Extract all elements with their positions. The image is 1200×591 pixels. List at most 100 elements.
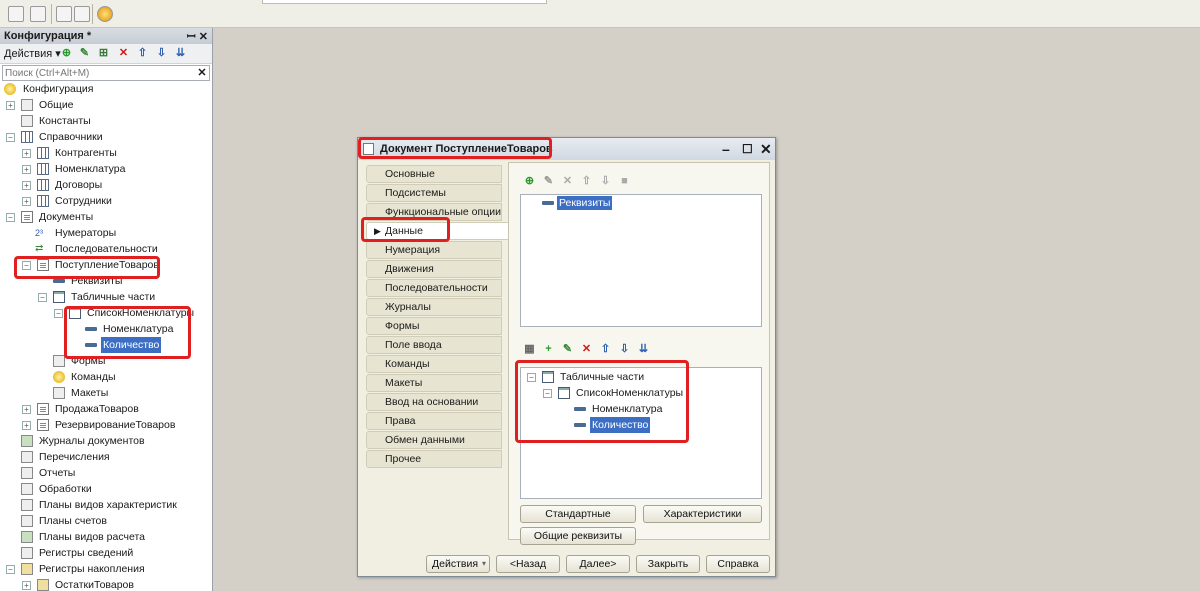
actions-menu[interactable]: Действия ▾ <box>4 48 61 60</box>
expand-icon[interactable]: + <box>22 181 31 190</box>
tree-item-label: Табличные части <box>71 291 156 303</box>
expand-icon[interactable]: + <box>6 101 15 110</box>
tree-item-label: Перечисления <box>39 451 110 463</box>
expand-icon[interactable]: + <box>22 405 31 414</box>
collapse-icon[interactable]: − <box>6 133 15 142</box>
nav-item-other[interactable]: Прочее <box>366 450 502 468</box>
standard-attributes-button[interactable]: Стандартные реквизиты <box>520 505 636 536</box>
calc-types-icon <box>21 531 33 543</box>
delete-icon[interactable]: ✕ <box>580 343 593 356</box>
collapse-icon[interactable]: − <box>6 213 15 222</box>
delete-icon[interactable]: ✕ <box>561 175 574 188</box>
move-up-icon[interactable]: ⇧ <box>599 343 612 356</box>
tree-item-label: Отчеты <box>39 467 76 479</box>
table-icon <box>53 291 65 303</box>
add-child-icon[interactable]: ⊞ <box>97 47 110 60</box>
nav-item-commands[interactable]: Команды <box>366 355 502 373</box>
tree-item-label: Конфигурация <box>23 83 94 95</box>
expand-icon[interactable]: + <box>22 581 31 590</box>
sort-icon[interactable]: ⇊ <box>637 343 650 356</box>
add-icon[interactable]: ⊕ <box>523 175 536 188</box>
toolbar-separator <box>92 4 93 24</box>
tree-item-label: Номенклатура <box>55 163 126 175</box>
nav-item-input-based-on[interactable]: Ввод на основании <box>366 393 502 411</box>
clear-search-icon[interactable]: ✕ <box>196 66 208 80</box>
common-icon <box>21 99 33 111</box>
close-icon[interactable]: ✕ <box>760 141 772 158</box>
minimize-icon[interactable]: – <box>722 141 730 157</box>
add-icon[interactable]: ⊕ <box>60 47 73 60</box>
data-content-pane: ⊕ ✎ ✕ ⇧ ⇩ ■ Реквизиты ▦ + ✎ ✕ ⇧ ⇩ ⇊ − Та… <box>508 162 770 545</box>
tree-item-label: Справочники <box>39 131 103 143</box>
toolbar-button-3[interactable] <box>56 6 72 22</box>
collapse-icon[interactable]: − <box>6 565 15 574</box>
toolbar-button-2[interactable] <box>30 6 46 22</box>
nav-item-subsystems[interactable]: Подсистемы <box>366 184 502 202</box>
move-down-icon[interactable]: ⇩ <box>599 175 612 188</box>
move-up-icon[interactable]: ⇧ <box>580 175 593 188</box>
maximize-icon[interactable]: ☐ <box>742 142 753 156</box>
back-button[interactable]: <Назад <box>496 555 560 573</box>
toolbar-button-4[interactable] <box>74 6 90 22</box>
expand-icon[interactable]: + <box>22 149 31 158</box>
nav-item-data-exchange[interactable]: Обмен данными <box>366 431 502 449</box>
toolbar-field[interactable] <box>262 0 547 4</box>
run-icon[interactable] <box>97 6 113 22</box>
attributes-list[interactable]: Реквизиты <box>520 194 762 327</box>
journal-icon <box>21 435 33 447</box>
sort-icon[interactable]: ⇊ <box>174 47 187 60</box>
actions-button-label: Действия <box>432 558 479 570</box>
catalog-icon <box>21 131 33 143</box>
next-button[interactable]: Далее> <box>566 555 630 573</box>
edit-icon[interactable]: ✎ <box>561 343 574 356</box>
highlight-box <box>64 306 191 359</box>
move-down-icon[interactable]: ⇩ <box>618 343 631 356</box>
panel-window-controls[interactable]: ꟷ ✕ <box>187 29 208 44</box>
nav-item-movements[interactable]: Движения <box>366 260 502 278</box>
help-button[interactable]: Справка <box>706 555 770 573</box>
actions-button[interactable]: Действия ▾ <box>426 555 490 573</box>
sequence-icon: ⇄ <box>35 243 44 254</box>
search-box: ✕ <box>2 65 210 81</box>
common-attributes-button[interactable]: Общие реквизиты <box>520 527 636 545</box>
tree-item-label: РезервированиеТоваров <box>55 419 176 431</box>
attributes-item[interactable]: Реквизиты <box>557 196 613 210</box>
tree-item-label: Регистры сведений <box>39 547 134 559</box>
tree-item-label: Документы <box>39 211 94 223</box>
nav-item-numbering[interactable]: Нумерация <box>366 241 502 259</box>
add-attribute-icon[interactable]: + <box>542 343 555 356</box>
expand-icon[interactable]: + <box>22 165 31 174</box>
nav-item-main[interactable]: Основные <box>366 165 502 183</box>
panel-title-text: Конфигурация * <box>4 30 92 42</box>
expand-icon[interactable]: + <box>22 421 31 430</box>
expand-icon[interactable]: + <box>22 197 31 206</box>
tree-item-label: Сотрудники <box>55 195 112 207</box>
toolbar-button-1[interactable] <box>8 6 24 22</box>
edit-icon[interactable]: ✎ <box>78 47 91 60</box>
processing-icon <box>21 483 33 495</box>
collapse-icon[interactable]: − <box>38 293 47 302</box>
nav-item-rights[interactable]: Права <box>366 412 502 430</box>
nav-item-input-field[interactable]: Поле ввода <box>366 336 502 354</box>
close-button[interactable]: Закрыть <box>636 555 700 573</box>
nav-item-forms[interactable]: Формы <box>366 317 502 335</box>
tree-item-label: Последовательности <box>55 243 158 255</box>
characteristics-button[interactable]: Характеристики <box>643 505 762 523</box>
nav-item-sequences[interactable]: Последовательности <box>366 279 502 297</box>
attribute-icon <box>542 201 554 205</box>
numerator-icon: 2³ <box>35 228 44 238</box>
nav-item-journals[interactable]: Журналы <box>366 298 502 316</box>
nav-item-templates[interactable]: Макеты <box>366 374 502 392</box>
add-table-icon[interactable]: ▦ <box>523 343 536 356</box>
highlight-box <box>358 137 552 159</box>
move-down-icon[interactable]: ⇩ <box>155 47 168 60</box>
tree-item-label: Макеты <box>71 387 109 399</box>
edit-icon[interactable]: ✎ <box>542 175 555 188</box>
tree-item-label: ОстаткиТоваров <box>55 579 134 591</box>
move-up-icon[interactable]: ⇧ <box>136 47 149 60</box>
search-input[interactable] <box>3 66 193 80</box>
register-icon <box>21 547 33 559</box>
delete-icon[interactable]: ✕ <box>117 47 130 60</box>
sort-icon[interactable]: ■ <box>618 175 631 188</box>
collapse-icon[interactable]: − <box>54 309 63 318</box>
